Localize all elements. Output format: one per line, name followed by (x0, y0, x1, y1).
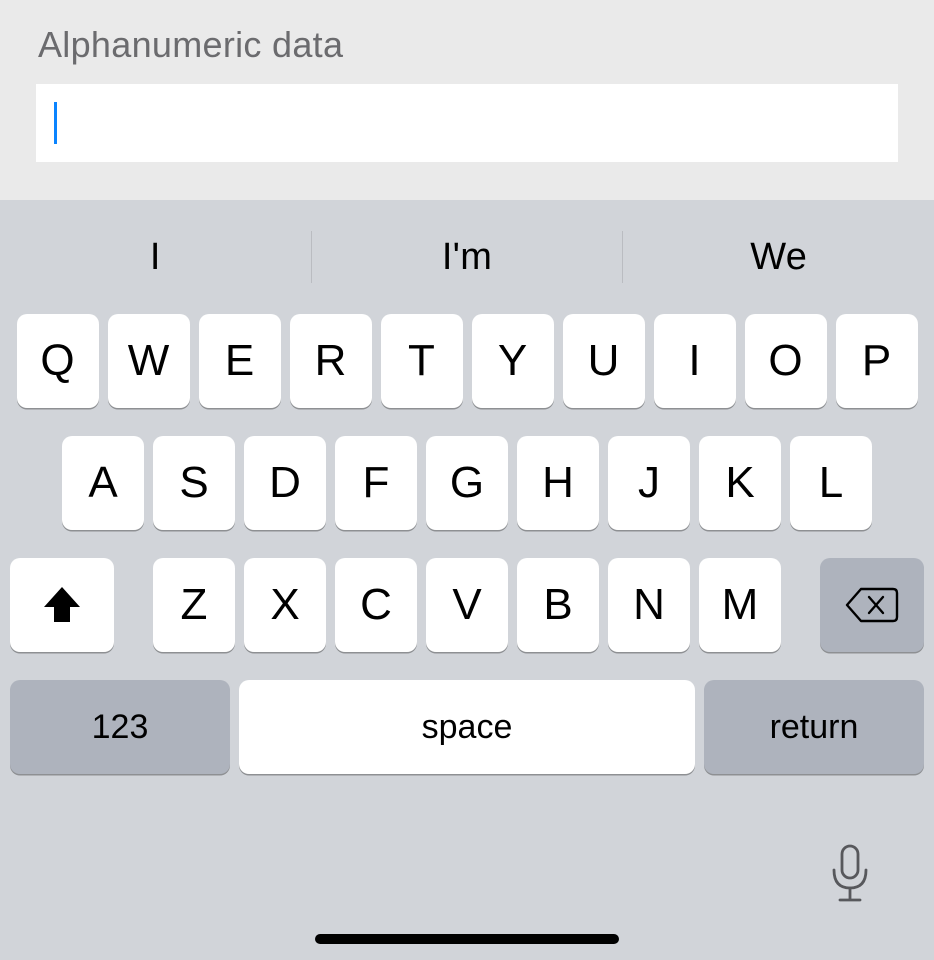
keyboard: I I'm We Q W E R T Y U I O P A S D F G H… (0, 200, 934, 960)
key-v[interactable]: V (426, 558, 508, 652)
key-r[interactable]: R (290, 314, 372, 408)
field-label: Alphanumeric data (38, 24, 898, 66)
text-cursor (54, 102, 57, 144)
key-j[interactable]: J (608, 436, 690, 530)
key-e[interactable]: E (199, 314, 281, 408)
suggestion-3[interactable]: We (623, 226, 934, 289)
key-f[interactable]: F (335, 436, 417, 530)
suggestion-1[interactable]: I (0, 226, 311, 289)
key-b[interactable]: B (517, 558, 599, 652)
home-indicator[interactable] (315, 934, 619, 944)
dictation-button[interactable] (828, 844, 872, 909)
key-s[interactable]: S (153, 436, 235, 530)
key-k[interactable]: K (699, 436, 781, 530)
key-n[interactable]: N (608, 558, 690, 652)
key-h[interactable]: H (517, 436, 599, 530)
text-input[interactable] (36, 84, 898, 162)
numbers-key[interactable]: 123 (10, 680, 230, 774)
key-i[interactable]: I (654, 314, 736, 408)
key-y[interactable]: Y (472, 314, 554, 408)
shift-key[interactable] (10, 558, 114, 652)
key-a[interactable]: A (62, 436, 144, 530)
suggestion-bar: I I'm We (0, 200, 934, 314)
key-m[interactable]: M (699, 558, 781, 652)
keyboard-bottom-bar (0, 800, 934, 960)
shift-icon (41, 585, 83, 625)
key-x[interactable]: X (244, 558, 326, 652)
key-c[interactable]: C (335, 558, 417, 652)
space-key[interactable]: space (239, 680, 695, 774)
key-u[interactable]: U (563, 314, 645, 408)
key-t[interactable]: T (381, 314, 463, 408)
key-p[interactable]: P (836, 314, 918, 408)
suggestion-2[interactable]: I'm (312, 226, 623, 289)
microphone-icon (828, 844, 872, 904)
key-l[interactable]: L (790, 436, 872, 530)
return-key[interactable]: return (704, 680, 924, 774)
key-w[interactable]: W (108, 314, 190, 408)
key-g[interactable]: G (426, 436, 508, 530)
key-o[interactable]: O (745, 314, 827, 408)
backspace-key[interactable] (820, 558, 924, 652)
key-d[interactable]: D (244, 436, 326, 530)
backspace-icon (845, 585, 899, 625)
key-q[interactable]: Q (17, 314, 99, 408)
key-z[interactable]: Z (153, 558, 235, 652)
form-area: Alphanumeric data (0, 0, 934, 200)
